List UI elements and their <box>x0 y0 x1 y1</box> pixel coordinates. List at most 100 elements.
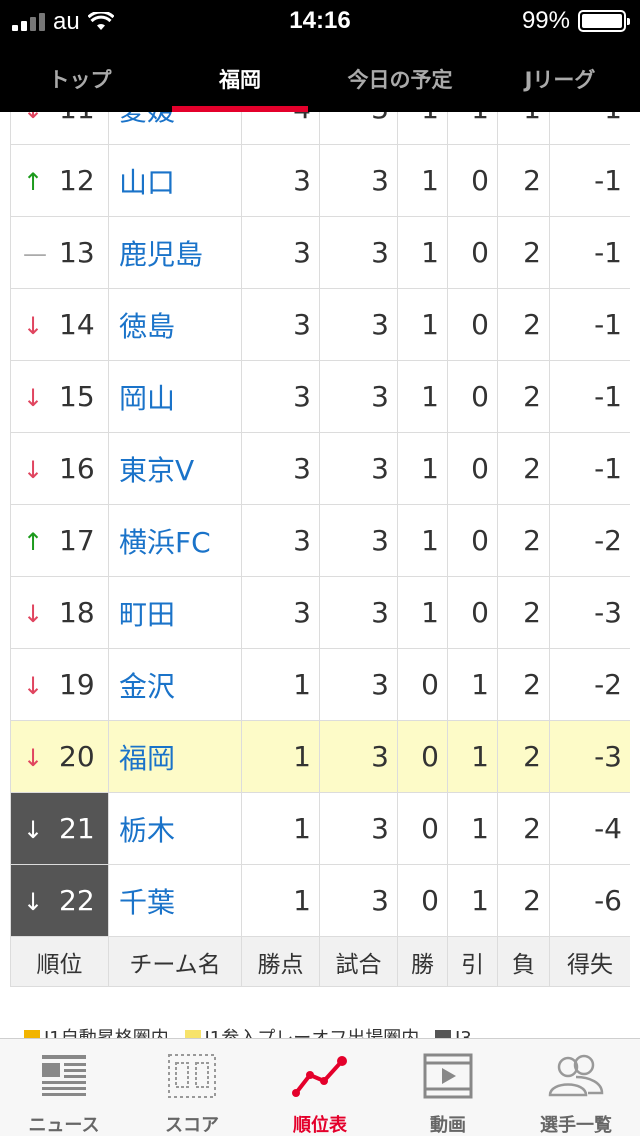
goal-diff-cell: -3 <box>549 576 630 649</box>
team-link[interactable]: 徳島 <box>108 288 242 361</box>
scoreboard-icon <box>168 1054 216 1098</box>
points-cell: 1 <box>241 648 320 721</box>
losses-cell: 2 <box>497 144 550 217</box>
nav-players[interactable]: 選手一覧 <box>512 1039 640 1136</box>
draws-cell: 0 <box>447 576 498 649</box>
nav-label: 動画 <box>430 1115 466 1136</box>
header-played: 試合 <box>319 936 398 987</box>
team-link[interactable]: 岡山 <box>108 360 242 433</box>
down-arrow-icon: ↓ <box>23 744 44 772</box>
team-link[interactable]: 千葉 <box>108 864 242 937</box>
draws-cell: 1 <box>447 792 498 865</box>
table-row[interactable]: ↓ 16 東京V 3 3 1 0 2 -1 <box>10 432 630 505</box>
nav-news[interactable]: ニュース <box>0 1039 128 1136</box>
draws-cell: 0 <box>447 504 498 577</box>
rank-cell: ↑ 17 <box>10 504 109 577</box>
team-link[interactable]: 山口 <box>108 144 242 217</box>
rank-cell: —13 <box>10 216 109 289</box>
points-cell: 3 <box>241 432 320 505</box>
points-cell: 3 <box>241 216 320 289</box>
goal-diff-cell: -1 <box>549 360 630 433</box>
nav-score[interactable]: スコア <box>128 1039 256 1136</box>
table-row[interactable]: ↓ 22 千葉 1 3 0 1 2 -6 <box>10 864 630 937</box>
points-cell: 3 <box>241 504 320 577</box>
points-cell: 3 <box>241 144 320 217</box>
header-losses: 負 <box>497 936 550 987</box>
down-arrow-icon: ↓ <box>23 816 44 844</box>
played-cell: 3 <box>319 504 398 577</box>
table-row[interactable]: ↓11 愛媛 4 3 1 1 1 -1 <box>10 112 630 145</box>
header-points: 勝点 <box>241 936 320 987</box>
draws-cell: 0 <box>447 360 498 433</box>
wins-cell: 0 <box>397 720 448 793</box>
team-link[interactable]: 横浜FC <box>108 504 242 577</box>
table-row[interactable]: ↓ 18 町田 3 3 1 0 2 -3 <box>10 576 630 649</box>
team-link[interactable]: 東京V <box>108 432 242 505</box>
goal-diff-cell: -1 <box>549 216 630 289</box>
nav-label: ニュース <box>28 1115 100 1136</box>
goal-diff-cell: -1 <box>549 112 630 145</box>
nav-label: 選手一覧 <box>540 1115 612 1136</box>
goal-diff-cell: -3 <box>549 720 630 793</box>
wins-cell: 1 <box>397 288 448 361</box>
points-cell: 3 <box>241 288 320 361</box>
team-link[interactable]: 金沢 <box>108 648 242 721</box>
points-cell: 1 <box>241 864 320 937</box>
draws-cell: 1 <box>447 864 498 937</box>
goal-diff-cell: -1 <box>549 144 630 217</box>
bottom-nav: ニュース スコア 順位表 動画 選手一覧 <box>0 1038 640 1136</box>
table-row[interactable]: ↑ 17 横浜FC 3 3 1 0 2 -2 <box>10 504 630 577</box>
table-row[interactable]: ↓ 15 岡山 3 3 1 0 2 -1 <box>10 360 630 433</box>
played-cell: 3 <box>319 288 398 361</box>
down-arrow-icon: ↓ <box>23 384 44 412</box>
battery-percent: 99% <box>521 7 570 34</box>
team-link[interactable]: 鹿児島 <box>108 216 242 289</box>
draws-cell: 0 <box>447 432 498 505</box>
header-wins: 勝 <box>397 936 448 987</box>
losses-cell: 2 <box>497 648 550 721</box>
tab-today-schedule[interactable]: 今日の予定 <box>320 40 480 112</box>
rank-cell: ↑ 12 <box>10 144 109 217</box>
standings-chart-icon <box>292 1056 347 1097</box>
nav-video[interactable]: 動画 <box>384 1039 512 1136</box>
standings-table: ↓11 愛媛 4 3 1 1 1 -1 ↑12 山口 3 3 1 0 2 -1 … <box>10 112 630 1002</box>
draws-cell: 1 <box>447 112 498 145</box>
team-link[interactable]: 栃木 <box>108 792 242 865</box>
team-link[interactable]: 愛媛 <box>108 112 242 145</box>
tab-fukuoka[interactable]: 福岡 <box>160 40 320 112</box>
team-link[interactable]: 町田 <box>108 576 242 649</box>
wins-cell: 0 <box>397 792 448 865</box>
tab-jleague[interactable]: Jリーグ <box>480 40 640 112</box>
rank-cell-relegation: ↓ 21 <box>10 792 109 865</box>
wins-cell: 0 <box>397 648 448 721</box>
top-tabs: トップ 福岡 今日の予定 Jリーグ <box>0 40 640 112</box>
points-cell: 3 <box>241 360 320 433</box>
losses-cell: 1 <box>497 112 550 145</box>
team-link[interactable]: 福岡 <box>108 720 242 793</box>
table-row[interactable]: ↓ 14 徳島 3 3 1 0 2 -1 <box>10 288 630 361</box>
played-cell: 3 <box>319 864 398 937</box>
wins-cell: 1 <box>397 144 448 217</box>
losses-cell: 2 <box>497 216 550 289</box>
table-row[interactable]: ↓ 19 金沢 1 3 0 1 2 -2 <box>10 648 630 721</box>
down-arrow-icon: ↓ <box>23 888 44 916</box>
losses-cell: 2 <box>497 288 550 361</box>
wins-cell: 1 <box>397 112 448 145</box>
tab-top[interactable]: トップ <box>0 40 160 112</box>
points-cell: 1 <box>241 720 320 793</box>
losses-cell: 2 <box>497 792 550 865</box>
losses-cell: 2 <box>497 864 550 937</box>
losses-cell: 2 <box>497 576 550 649</box>
table-row-highlighted[interactable]: ↓ 20 福岡 1 3 0 1 2 -3 <box>10 720 630 793</box>
played-cell: 3 <box>319 216 398 289</box>
losses-cell: 2 <box>497 360 550 433</box>
goal-diff-cell: -1 <box>549 432 630 505</box>
played-cell: 3 <box>319 112 398 145</box>
rank-cell: ↓ 14 <box>10 288 109 361</box>
table-row[interactable]: ↓ 21 栃木 1 3 0 1 2 -4 <box>10 792 630 865</box>
table-row[interactable]: —13 鹿児島 3 3 1 0 2 -1 <box>10 216 630 289</box>
nav-standings[interactable]: 順位表 <box>256 1039 384 1136</box>
losses-cell: 2 <box>497 720 550 793</box>
table-row[interactable]: ↑ 12 山口 3 3 1 0 2 -1 <box>10 144 630 217</box>
wins-cell: 1 <box>397 360 448 433</box>
